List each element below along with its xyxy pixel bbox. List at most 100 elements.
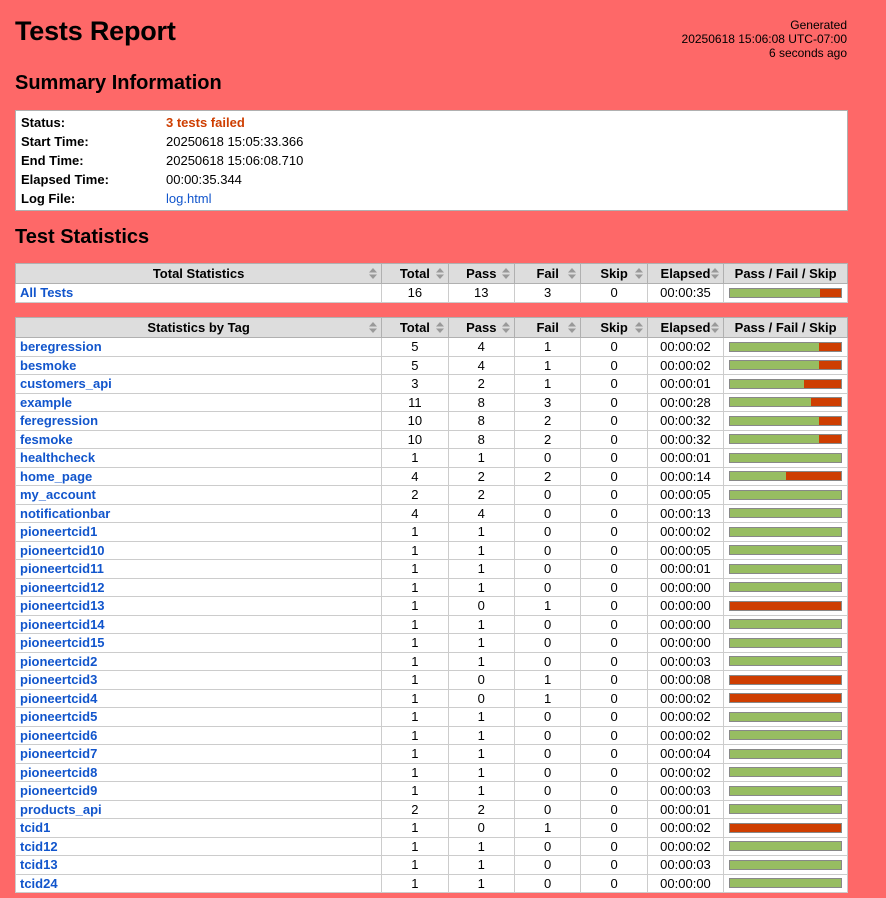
stat-fail: 1 [513, 596, 582, 616]
stat-name-link[interactable]: pioneertcid12 [14, 577, 383, 597]
stat-graph [723, 466, 848, 486]
column-header-pass[interactable]: Pass [447, 317, 515, 338]
stat-total: 1 [381, 540, 449, 560]
stat-elapsed: 00:00:00 [646, 873, 725, 893]
stat-name-link[interactable]: healthcheck [14, 448, 383, 468]
stat-name-link[interactable]: pioneertcid11 [14, 559, 383, 579]
pass-segment [730, 288, 821, 297]
stat-graph [723, 744, 848, 764]
stat-name-link[interactable]: example [14, 392, 383, 412]
stat-name-link[interactable]: tcid24 [14, 873, 383, 893]
stat-skip: 0 [580, 651, 648, 671]
stat-name-link[interactable]: pioneertcid4 [14, 688, 383, 708]
stat-name-link[interactable]: customers_api [14, 374, 383, 394]
stat-name-link[interactable]: pioneertcid5 [14, 707, 383, 727]
stat-name-link[interactable]: All Tests [14, 283, 383, 303]
stat-name-link[interactable]: pioneertcid1 [14, 522, 383, 542]
stat-elapsed: 00:00:02 [646, 522, 725, 542]
stat-skip: 0 [580, 559, 648, 579]
stat-name-link[interactable]: fesmoke [14, 429, 383, 449]
stat-name-link[interactable]: notificationbar [14, 503, 383, 523]
column-header-fail[interactable]: Fail [513, 317, 582, 338]
stat-pass: 0 [447, 688, 515, 708]
tag-stat-row: feregression 10 8 2 0 00:00:32 [14, 411, 848, 431]
stat-name-link[interactable]: pioneertcid9 [14, 781, 383, 801]
stat-skip: 0 [580, 337, 648, 357]
pass-segment [730, 805, 841, 814]
fail-segment [818, 361, 841, 370]
stat-pass: 8 [447, 392, 515, 412]
tag-stat-row: pioneertcid3 1 0 1 0 00:00:08 [14, 670, 848, 690]
column-header-total[interactable]: Total [381, 317, 449, 338]
column-header-skip[interactable]: Skip [580, 317, 648, 338]
stat-name-link[interactable]: pioneertcid13 [14, 596, 383, 616]
column-header-elapsed[interactable]: Elapsed [646, 263, 725, 284]
stat-fail: 0 [513, 503, 582, 523]
stat-elapsed: 00:00:32 [646, 429, 725, 449]
stat-name-link[interactable]: pioneertcid6 [14, 725, 383, 745]
stat-name-link[interactable]: pioneertcid3 [14, 670, 383, 690]
column-header-graph[interactable]: Pass / Fail / Skip [723, 263, 848, 284]
stat-graph [723, 688, 848, 708]
column-header-name[interactable]: Total Statistics [14, 263, 383, 284]
column-header-label: Fail [536, 266, 559, 281]
tag-stat-row: products_api 2 2 0 0 00:00:01 [14, 799, 848, 819]
pass-fail-skip-bar [729, 859, 842, 870]
column-header-name[interactable]: Statistics by Tag [14, 317, 383, 338]
summary-row-start-time: Start Time: 20250618 15:05:33.366 [16, 132, 847, 151]
tag-stat-row: tcid12 1 1 0 0 00:00:02 [14, 836, 848, 856]
stat-name-link[interactable]: pioneertcid15 [14, 633, 383, 653]
column-header-fail[interactable]: Fail [513, 263, 582, 284]
generated-info: Generated 20250618 15:06:08 UTC-07:00 6 … [682, 18, 847, 60]
stat-name-link[interactable]: my_account [14, 485, 383, 505]
stat-pass: 1 [447, 836, 515, 856]
column-header-label: Statistics by Tag [147, 320, 250, 335]
stat-fail: 0 [513, 559, 582, 579]
stat-name-link[interactable]: pioneertcid14 [14, 614, 383, 634]
stat-pass: 1 [447, 781, 515, 801]
pass-fail-skip-bar [729, 563, 842, 574]
fail-segment [804, 379, 841, 388]
tag-stat-row: my_account 2 2 0 0 00:00:05 [14, 485, 848, 505]
tag-stat-row: pioneertcid7 1 1 0 0 00:00:04 [14, 744, 848, 764]
stat-name-link[interactable]: tcid1 [14, 818, 383, 838]
column-header-pass[interactable]: Pass [447, 263, 515, 284]
stat-graph [723, 725, 848, 745]
stat-name-link[interactable]: beregression [14, 337, 383, 357]
stat-name-link[interactable]: tcid12 [14, 836, 383, 856]
stat-pass: 1 [447, 707, 515, 727]
tag-stat-row: beregression 5 4 1 0 00:00:02 [14, 337, 848, 357]
summary-table: Status: 3 tests failed Start Time: 20250… [15, 110, 848, 211]
stat-name-link[interactable]: pioneertcid2 [14, 651, 383, 671]
stat-name-link[interactable]: pioneertcid10 [14, 540, 383, 560]
stat-elapsed: 00:00:01 [646, 374, 725, 394]
stat-skip: 0 [580, 411, 648, 431]
pass-fail-skip-bar [729, 804, 842, 815]
stat-fail: 0 [513, 744, 582, 764]
summary-row-end-time: End Time: 20250618 15:06:08.710 [16, 151, 847, 170]
stat-graph [723, 522, 848, 542]
column-header-total[interactable]: Total [381, 263, 449, 284]
stat-name-link[interactable]: products_api [14, 799, 383, 819]
column-header-skip[interactable]: Skip [580, 263, 648, 284]
stat-name-link[interactable]: tcid13 [14, 855, 383, 875]
stat-total: 1 [381, 855, 449, 875]
log-file-link[interactable]: log.html [166, 189, 847, 208]
stat-total: 11 [381, 392, 449, 412]
total-statistics-header: Total Statistics Total Pass Fail Skip El… [14, 263, 848, 284]
column-header-elapsed[interactable]: Elapsed [646, 317, 725, 338]
sort-icon [634, 268, 643, 279]
stat-elapsed: 00:00:03 [646, 855, 725, 875]
column-header-graph[interactable]: Pass / Fail / Skip [723, 317, 848, 338]
stat-graph [723, 355, 848, 375]
stat-skip: 0 [580, 577, 648, 597]
stat-name-link[interactable]: pioneertcid8 [14, 762, 383, 782]
stat-elapsed: 00:00:02 [646, 762, 725, 782]
stat-name-link[interactable]: home_page [14, 466, 383, 486]
stat-name-link[interactable]: besmoke [14, 355, 383, 375]
stat-name-link[interactable]: pioneertcid7 [14, 744, 383, 764]
tag-stat-row: pioneertcid6 1 1 0 0 00:00:02 [14, 725, 848, 745]
stat-skip: 0 [580, 540, 648, 560]
stat-total: 1 [381, 707, 449, 727]
stat-name-link[interactable]: feregression [14, 411, 383, 431]
